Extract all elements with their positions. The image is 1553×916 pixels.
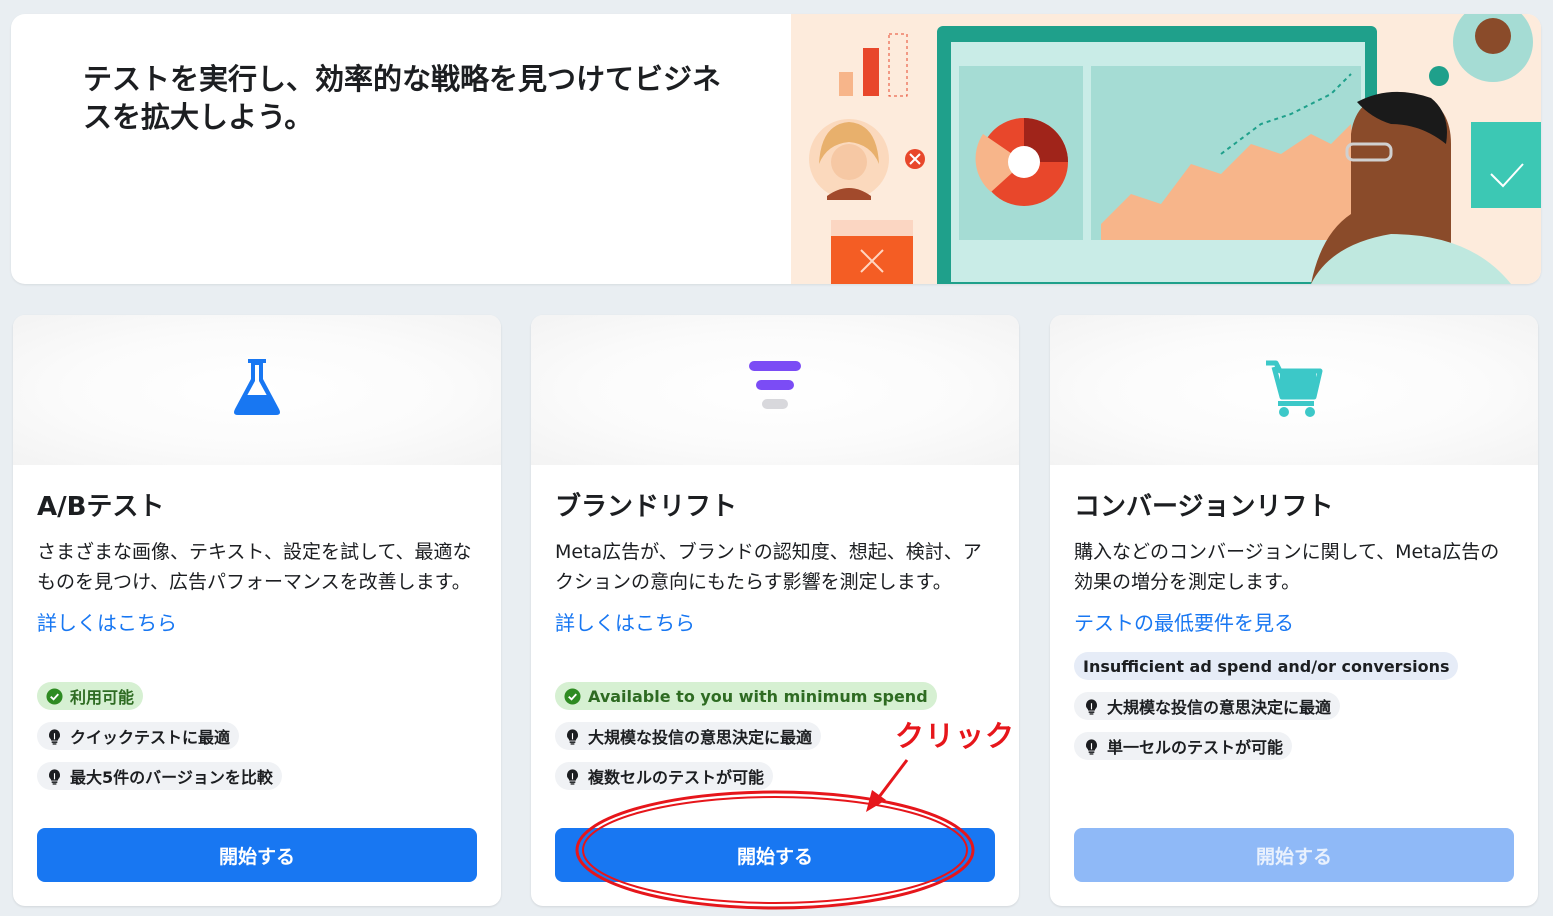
availability-badge: 利用可能 <box>37 682 144 710</box>
lightbulb-icon <box>1086 698 1097 715</box>
feature-chip: 複数セルのテストが可能 <box>555 762 774 790</box>
chip-list: 利用可能 クイックテストに最適 最大5件のバージョンを比較 <box>37 682 479 802</box>
lightbulb-icon <box>49 728 60 745</box>
card-body: A/Bテスト さまざまな画像、テキスト、設定を試して、最適なものを見つけ、広告パ… <box>37 487 479 639</box>
learn-more-link[interactable]: 詳しくはこちら <box>555 607 695 639</box>
card-description: Meta広告が、ブランドの認知度、想起、検討、アクションの意向にもたらす影響を測… <box>555 541 982 593</box>
chip-list: Insufficient ad spend and/or conversions… <box>1074 652 1516 772</box>
availability-badge: Available to you with minimum spend <box>555 682 937 710</box>
chip-text: クイックテストに最適 <box>70 728 231 747</box>
check-circle-icon <box>46 687 63 705</box>
feature-chip: 単一セルのテストが可能 <box>1074 732 1293 760</box>
hero-banner: テストを実行し、効率的な戦略を見つけてビジネスを拡大しよう。 <box>11 14 1541 284</box>
annotation-label: クリック <box>895 719 1016 753</box>
card-header <box>1050 315 1538 465</box>
lightbulb-icon <box>49 768 60 785</box>
card-title: A/Bテスト <box>37 492 165 522</box>
orange-card <box>831 220 913 284</box>
shopping-cart-icon <box>1266 360 1323 417</box>
notice-badge: Insufficient ad spend and/or conversions <box>1074 652 1459 680</box>
card-conversion-lift: コンバージョンリフト 購入などのコンバージョンに関して、Meta広告の効果の増分… <box>1050 315 1538 906</box>
start-button[interactable]: 開始する <box>37 828 477 882</box>
card-ab-test: A/Bテスト さまざまな画像、テキスト、設定を試して、最適なものを見つけ、広告パ… <box>13 315 501 906</box>
learn-more-link[interactable]: 詳しくはこちら <box>37 607 177 639</box>
card-body: コンバージョンリフト 購入などのコンバージョンに関して、Meta広告の効果の増分… <box>1074 487 1516 639</box>
card-header <box>13 315 501 465</box>
card-body: ブランドリフト Meta広告が、ブランドの認知度、想起、検討、アクションの意向に… <box>555 487 997 639</box>
feature-chip: 最大5件のバージョンを比較 <box>37 762 282 790</box>
monitor <box>937 26 1377 284</box>
card-title: ブランドリフト <box>555 492 738 522</box>
chip-text: 最大5件のバージョンを比較 <box>70 768 273 787</box>
feature-chip: クイックテストに最適 <box>37 722 240 750</box>
feature-chip: 大規模な投信の意思決定に最適 <box>1074 692 1341 720</box>
lightbulb-icon <box>1086 738 1097 755</box>
check-circle-icon <box>564 687 581 705</box>
chip-text: 大規模な投信の意思決定に最適 <box>1107 698 1332 717</box>
chip-text: 単一セルのテストが可能 <box>1107 738 1284 757</box>
chip-text: Available to you with minimum spend <box>588 686 928 706</box>
card-description: さまざまな画像、テキスト、設定を試して、最適なものを見つけ、広告パフォーマンスを… <box>37 541 472 593</box>
start-button[interactable]: 開始する <box>1074 828 1514 882</box>
card-header <box>531 315 1019 465</box>
lightbulb-icon <box>567 768 578 785</box>
card-brand-lift: ブランドリフト Meta広告が、ブランドの認知度、想起、検討、アクションの意向に… <box>531 315 1019 906</box>
card-title: コンバージョンリフト <box>1074 492 1334 522</box>
flask-icon <box>234 359 280 415</box>
chip-text: 利用可能 <box>70 688 135 707</box>
requirements-link[interactable]: テストの最低要件を見る <box>1074 607 1294 639</box>
chip-text: 複数セルのテストが可能 <box>588 768 765 787</box>
lightbulb-icon <box>567 728 578 745</box>
feature-chip: 大規模な投信の意思決定に最適 <box>555 722 822 750</box>
hero-illustration <box>791 14 1541 284</box>
card-description: 購入などのコンバージョンに関して、Meta広告の効果の増分を測定します。 <box>1074 541 1500 593</box>
hero-title: テストを実行し、効率的な戦略を見つけてビジネスを拡大しよう。 <box>83 62 722 134</box>
chip-text: Insufficient ad spend and/or conversions <box>1083 656 1450 676</box>
chip-text: 大規模な投信の意思決定に最適 <box>588 728 813 747</box>
start-button[interactable]: 開始する <box>555 828 995 882</box>
funnel-lines-icon <box>749 361 801 409</box>
